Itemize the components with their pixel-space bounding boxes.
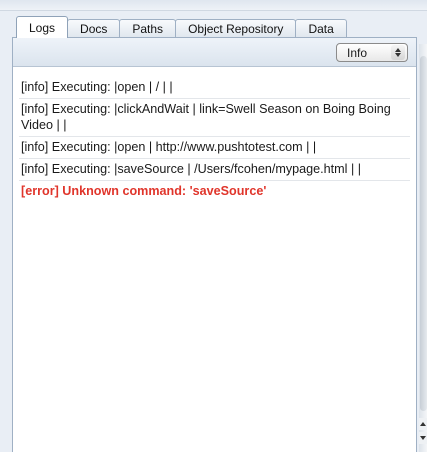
tab-docs[interactable]: Docs [67, 19, 121, 38]
log-entry-error: [error] Unknown command: 'saveSource' [21, 184, 267, 198]
tab-logs[interactable]: Logs [16, 16, 69, 38]
scroll-up-arrow-icon[interactable] [419, 418, 427, 430]
logs-toolbar: Info [13, 38, 416, 67]
logs-panel: Info [info] Executing: |open | / | | [in… [12, 37, 417, 452]
scroll-down-arrow-icon[interactable] [419, 432, 427, 444]
scrollbar-thumb[interactable] [420, 56, 427, 411]
log-level-select[interactable]: Info [336, 43, 408, 62]
tab-bar: Logs Docs Paths Object Repository Data [16, 16, 347, 38]
tab-object-repository[interactable]: Object Repository [175, 19, 297, 38]
ide-window: Logs Docs Paths Object Repository Data I… [0, 0, 427, 452]
log-entry: [info] Executing: |clickAndWait | link=S… [19, 99, 410, 137]
top-strip [0, 0, 427, 11]
log-list: [info] Executing: |open | / | | [info] E… [19, 77, 410, 202]
up-down-arrows-icon [391, 45, 405, 60]
tab-data[interactable]: Data [295, 19, 347, 38]
log-level-value: Info [347, 45, 368, 60]
tab-paths[interactable]: Paths [119, 19, 177, 38]
log-entry: [info] Executing: |open | / | | [19, 77, 410, 99]
log-entry: [info] Executing: |saveSource | /Users/f… [19, 159, 410, 181]
log-entry: [info] Executing: |open | http://www.pus… [19, 137, 410, 159]
